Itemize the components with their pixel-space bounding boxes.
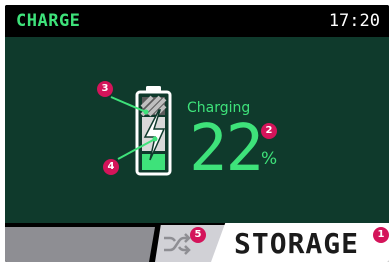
bottom-tab-bar: 5 STORAGE 1 [5,223,389,262]
tab-storage-label: STORAGE [234,227,360,260]
callout-badge-4: 4 [103,159,119,175]
callout-badge-3: 3 [97,81,113,97]
charge-panel: 3 4 Charging 22 % 2 [5,37,389,223]
percent-sign: % [261,149,278,169]
callout-badge-2: 2 [261,123,277,139]
callout-badge-1: 1 [373,227,389,243]
charge-percent-value: 22 [189,112,264,186]
clock: 17:20 [328,11,380,31]
header-bar: CHARGE 17:20 [5,5,389,37]
tab-left[interactable] [5,227,155,262]
swap-arrows-icon[interactable] [161,233,193,255]
page-title: CHARGE [16,11,81,31]
device-screen: CHARGE 17:20 3 4 Charging 22 % 2 5 STORA… [5,5,389,262]
callout-badge-5: 5 [190,227,206,243]
